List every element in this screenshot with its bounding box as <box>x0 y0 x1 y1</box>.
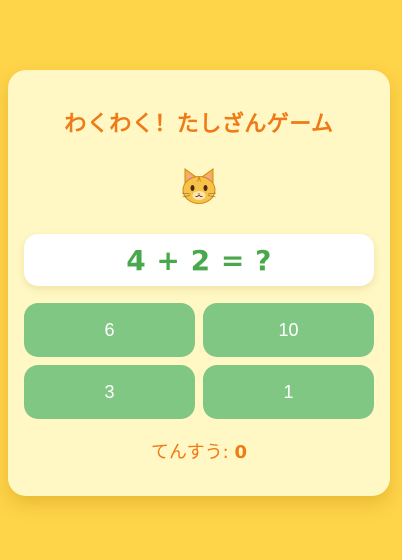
answer-button-1[interactable]: 6 <box>24 303 195 357</box>
answer-button-4[interactable]: 1 <box>203 365 374 419</box>
answer-button-2[interactable]: 10 <box>203 303 374 357</box>
score-label: てんすう: <box>151 442 229 463</box>
score-display: てんすう: 0 <box>8 438 390 464</box>
question-text: 4 + 2 = ? <box>126 243 272 277</box>
answer-button-3[interactable]: 3 <box>24 365 195 419</box>
game-card: わくわく！たしざんゲーム 4 + 2 = ? 6 10 3 1 てんすう: 0 <box>8 70 390 496</box>
question-box: 4 + 2 = ? <box>24 234 374 286</box>
cat-face-icon <box>181 168 217 204</box>
game-title: わくわく！たしざんゲーム <box>64 112 334 137</box>
score-value: 0 <box>234 442 247 463</box>
